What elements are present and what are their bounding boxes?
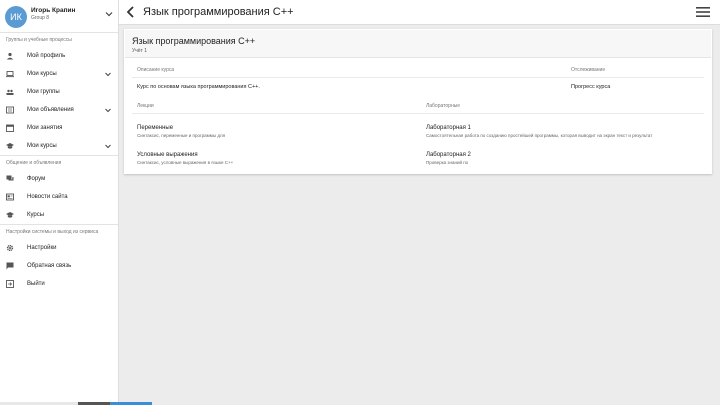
sidebar: ИК Игорь Крапин Group 8 Группы и учебные… — [0, 0, 119, 405]
sidebar-item-classes[interactable]: Мои занятия — [0, 119, 118, 137]
course-description: Курс по основам языка программирования С… — [137, 84, 260, 90]
calendar-icon — [6, 124, 14, 132]
graduation-cap-icon — [6, 143, 14, 149]
user-group: Group 8 — [31, 15, 50, 21]
menu-icon[interactable] — [696, 6, 710, 18]
course-status: Прогресс курса — [571, 84, 611, 90]
sidebar-item-label: Мой профиль — [27, 53, 66, 59]
sidebar-item-news[interactable]: Новости сайта — [0, 188, 118, 206]
sidebar-item-courses-catalog[interactable]: Курсы — [0, 206, 118, 224]
lab-description: Самостоятельная работа по созданию прост… — [426, 133, 653, 138]
lab-title: Лабораторная 2 — [426, 152, 471, 158]
feedback-icon — [6, 262, 14, 270]
chevron-down-icon[interactable] — [104, 106, 112, 114]
sidebar-item-label: Обратная связь — [27, 263, 72, 269]
avatar: ИК — [5, 6, 27, 28]
lab-description: Проверка знаний по — [426, 160, 469, 165]
sidebar-item-label: Настройки — [27, 245, 57, 251]
list-icon — [6, 106, 14, 114]
lecture-description: Синтаксис, условные выражения в языке С+… — [137, 160, 234, 165]
course-subtitle: Учёт 1 — [132, 48, 148, 54]
lectures-label: Лекции — [137, 103, 154, 109]
sidebar-item-announcements[interactable]: Мои объявления — [0, 101, 118, 119]
chevron-down-icon[interactable] — [104, 70, 112, 78]
sidebar-item-profile[interactable]: Мой профиль — [0, 47, 118, 65]
labs-label: Лабораторные — [426, 103, 461, 109]
chevron-down-icon[interactable] — [104, 9, 114, 19]
user-panel[interactable]: ИК Игорь Крапин Group 8 — [0, 0, 118, 32]
course-card: Язык программирования C++ Учёт 1 Описани… — [124, 29, 712, 174]
person-icon — [6, 52, 14, 60]
gear-icon — [6, 244, 14, 252]
sidebar-item-forum[interactable]: Форум — [0, 170, 118, 188]
group-icon — [6, 89, 14, 95]
graduation-cap-icon — [6, 212, 14, 218]
sidebar-item-label: Форум — [27, 176, 46, 182]
description-label: Описание курса — [137, 67, 175, 73]
lab-title: Лабораторная 1 — [426, 125, 471, 131]
chevron-down-icon[interactable] — [104, 142, 112, 150]
forum-icon — [6, 175, 14, 181]
lecture-description: Синтаксис, переменные и программы для — [137, 133, 226, 138]
divider — [132, 77, 704, 78]
status-label: Отслеживание — [571, 67, 606, 73]
sidebar-item-label: Новости сайта — [27, 194, 68, 200]
sidebar-item-settings[interactable]: Настройки — [0, 239, 118, 257]
sidebar-item-groups[interactable]: Мои группы — [0, 83, 118, 101]
news-icon — [6, 193, 14, 201]
sidebar-item-feedback[interactable]: Обратная связь — [0, 257, 118, 275]
top-app-bar: Язык программирования C++ — [119, 0, 720, 25]
sidebar-item-logout[interactable]: Выйти — [0, 275, 118, 293]
sidebar-item-label: Мои объявления — [27, 107, 74, 113]
course-header: Язык программирования C++ Учёт 1 — [125, 30, 711, 58]
course-name: Язык программирования C++ — [132, 36, 256, 46]
divider — [132, 113, 704, 114]
logout-icon — [6, 280, 14, 288]
back-arrow-icon[interactable] — [125, 5, 137, 19]
lecture-title: Условные выражения — [137, 152, 198, 158]
page-title: Язык программирования C++ — [143, 6, 294, 18]
sidebar-item-label: Курсы — [27, 212, 45, 218]
section-title-learning: Группы и учебные процессы — [6, 37, 72, 43]
section-title-communication: Общение и объявления — [6, 160, 62, 166]
sidebar-item-label: Выйти — [27, 281, 45, 287]
section-title-settings: Настройки системы и выход из сервиса — [6, 229, 99, 235]
user-name: Игорь Крапин — [31, 7, 76, 14]
sidebar-item-courses[interactable]: Мои курсы — [0, 65, 118, 83]
sidebar-item-label: Мои занятия — [27, 125, 63, 131]
lecture-title: Переменные — [137, 125, 174, 131]
sidebar-item-label: Мои курсы — [27, 71, 57, 77]
sidebar-item-label: Мои курсы — [27, 143, 57, 149]
sidebar-item-label: Мои группы — [27, 89, 60, 95]
laptop-icon — [6, 71, 14, 78]
sidebar-item-my-courses[interactable]: Мои курсы — [0, 137, 118, 155]
